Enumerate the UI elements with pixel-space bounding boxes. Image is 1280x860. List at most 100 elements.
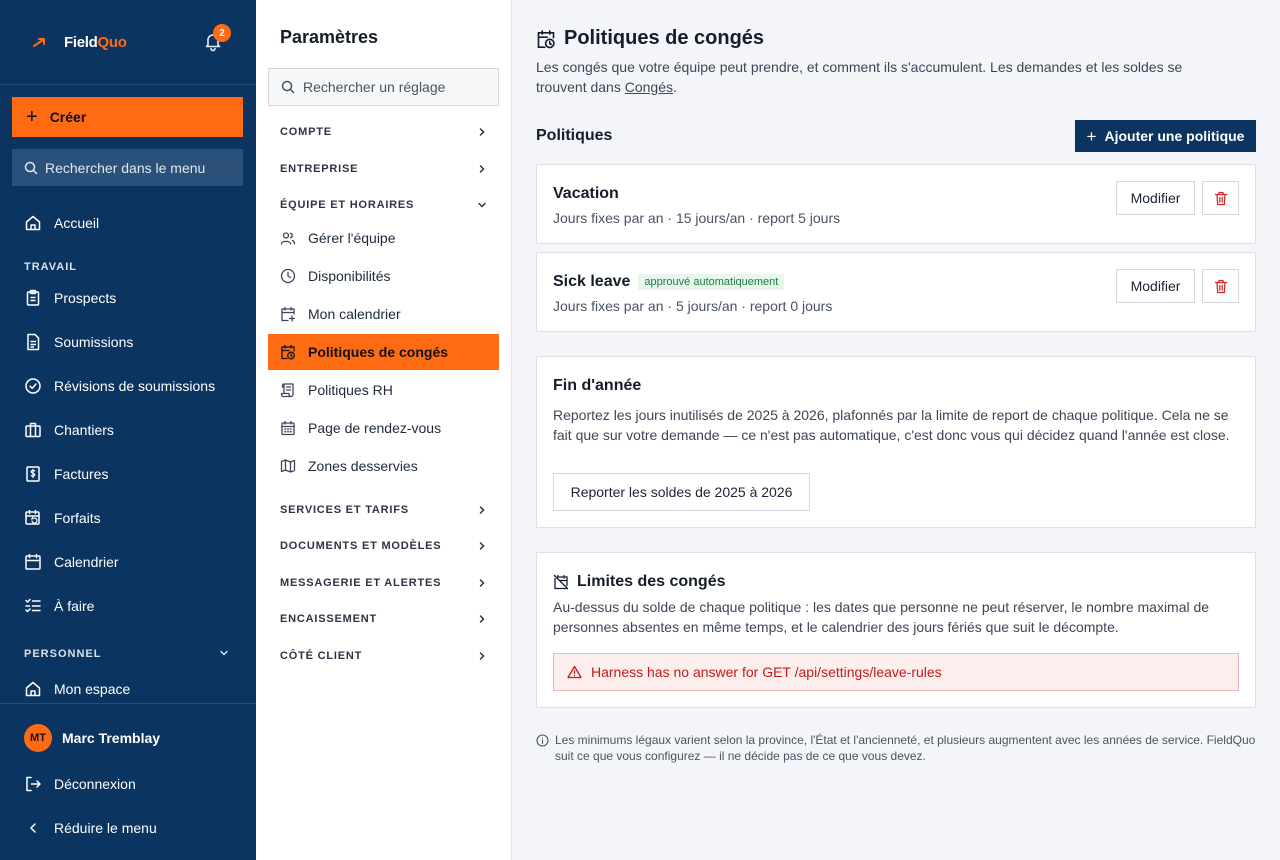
group-label: SERVICES ET TARIFS — [280, 504, 409, 516]
clock-icon — [280, 268, 296, 284]
user-profile[interactable]: MT Marc Tremblay — [24, 724, 160, 752]
settings-group-account[interactable]: COMPTE — [280, 124, 488, 140]
nav-label: Accueil — [54, 215, 100, 231]
settings-item-hr-policies[interactable]: Politiques RH — [268, 372, 499, 408]
delete-policy-button[interactable] — [1202, 181, 1239, 215]
policy-name: Sick leave approuvé automatiquement — [553, 273, 785, 291]
settings-item-leave-policies[interactable]: Politiques de congés — [268, 334, 499, 370]
policy-name-text: Sick leave — [553, 273, 631, 290]
settings-group-documents[interactable]: DOCUMENTS ET MODÈLES — [280, 538, 488, 554]
settings-group-payments[interactable]: ENCAISSEMENT — [280, 611, 488, 627]
settings-title: Paramètres — [280, 27, 379, 47]
settings-group-services[interactable]: SERVICES ET TARIFS — [280, 502, 488, 518]
group-label: CÔTÉ CLIENT — [280, 650, 363, 662]
edit-policy-button[interactable]: Modifier — [1116, 269, 1195, 303]
menu-search-input[interactable]: Rechercher dans le menu — [12, 149, 243, 186]
checklist-icon — [24, 597, 42, 615]
calendar-off-icon — [553, 574, 569, 590]
error-message: Harness has no answer for GET /api/setti… — [591, 664, 942, 680]
settings-item-my-calendar[interactable]: Mon calendrier — [268, 296, 499, 332]
add-policy-button[interactable]: + Ajouter une politique — [1075, 120, 1256, 152]
nav-item-quote-reviews[interactable]: Révisions de soumissions — [0, 368, 256, 404]
item-label: Politiques RH — [308, 382, 393, 398]
group-label: MESSAGERIE ET ALERTES — [280, 577, 442, 589]
settings-group-client-side[interactable]: CÔTÉ CLIENT — [280, 648, 488, 664]
year-end-card: Fin d'année Reportez les jours inutilisé… — [536, 356, 1256, 528]
chevron-right-icon — [479, 579, 485, 587]
scroll-icon — [280, 382, 296, 398]
nav-label: Prospects — [54, 290, 117, 306]
page-description: Les congés que votre équipe peut prendre… — [536, 57, 1236, 97]
delete-policy-button[interactable] — [1202, 269, 1239, 303]
calendar-clock-icon — [280, 344, 296, 360]
home-icon — [24, 680, 42, 698]
nav-section-personal[interactable]: PERSONNEL — [24, 648, 101, 660]
logout-button[interactable]: Déconnexion — [0, 766, 256, 802]
brand-logo[interactable]: FieldQuo — [30, 32, 127, 52]
nav-section-work: TRAVAIL — [24, 261, 78, 273]
search-icon — [281, 80, 295, 94]
notification-badge: 2 — [213, 24, 231, 42]
policy-details: Jours fixes par an · 5 jours/an · report… — [553, 298, 833, 314]
nav-item-my-space[interactable]: Mon espace — [0, 671, 256, 707]
users-icon — [280, 230, 296, 246]
settings-item-booking-page[interactable]: Page de rendez-vous — [268, 410, 499, 446]
nav-item-invoices[interactable]: Factures — [0, 456, 256, 492]
settings-item-manage-team[interactable]: Gérer l'équipe — [268, 220, 499, 256]
group-label: ENTREPRISE — [280, 163, 359, 175]
legal-footnote: Les minimums légaux varient selon la pro… — [536, 732, 1256, 764]
page-title-text: Politiques de congés — [564, 27, 765, 49]
calendar-grid-icon — [280, 420, 296, 436]
calendar-icon — [24, 553, 42, 571]
nav-label: À faire — [54, 598, 95, 614]
item-label: Politiques de congés — [308, 344, 449, 360]
nav-label: Calendrier — [54, 554, 119, 570]
chevron-left-icon — [24, 819, 42, 837]
item-label: Zones desservies — [308, 458, 418, 474]
collapse-menu-button[interactable]: Réduire le menu — [0, 810, 256, 846]
leave-limits-title-text: Limites des congés — [577, 573, 726, 590]
nav-item-calendar[interactable]: Calendrier — [0, 544, 256, 580]
calendar-plus-icon — [280, 306, 296, 322]
settings-group-messaging[interactable]: MESSAGERIE ET ALERTES — [280, 575, 488, 591]
settings-item-availability[interactable]: Disponibilités — [268, 258, 499, 294]
nav-item-todo[interactable]: À faire — [0, 588, 256, 624]
settings-group-team[interactable]: ÉQUIPE ET HORAIRES — [280, 197, 488, 213]
edit-policy-button[interactable]: Modifier — [1116, 181, 1195, 215]
search-icon — [24, 161, 38, 174]
item-label: Gérer l'équipe — [308, 230, 396, 246]
settings-search-input[interactable]: Rechercher un réglage — [268, 68, 499, 106]
chevron-right-icon — [479, 128, 485, 136]
divider — [0, 84, 256, 85]
nav-label: Déconnexion — [54, 776, 136, 792]
item-label: Mon calendrier — [308, 306, 401, 322]
footnote-text: Les minimums légaux varient selon la pro… — [555, 733, 1256, 763]
policies-heading: Politiques — [536, 127, 613, 144]
logo-icon — [33, 38, 45, 47]
calendar-repeat-icon — [24, 509, 42, 527]
leave-link[interactable]: Congés — [625, 79, 673, 95]
policy-name-text: Vacation — [553, 185, 619, 202]
settings-group-company[interactable]: ENTREPRISE — [280, 161, 488, 177]
nav-item-packages[interactable]: Forfaits — [0, 500, 256, 536]
year-end-text: Reportez les jours inutilisés de 2025 à … — [553, 407, 1230, 443]
nav-item-prospects[interactable]: Prospects — [0, 280, 256, 316]
settings-item-service-areas[interactable]: Zones desservies — [268, 448, 499, 484]
policy-name: Vacation — [553, 185, 619, 203]
policy-card: Sick leave approuvé automatiquement Jours… — [536, 252, 1256, 332]
check-circle-icon — [24, 377, 42, 395]
nav-item-quotes[interactable]: Soumissions — [0, 324, 256, 360]
nav-label: Mon espace — [54, 681, 131, 697]
nav-item-home[interactable]: Accueil — [0, 205, 256, 241]
chevron-down-icon[interactable] — [218, 647, 230, 659]
description-end: . — [673, 79, 677, 95]
create-button[interactable]: + Créer — [12, 97, 243, 137]
carry-over-button[interactable]: Reporter les soldes de 2025 à 2026 — [553, 473, 810, 511]
home-icon — [24, 214, 42, 232]
year-end-title: Fin d'année — [553, 377, 642, 394]
nav-item-jobsites[interactable]: Chantiers — [0, 412, 256, 448]
nav-label: Forfaits — [54, 510, 101, 526]
chevron-down-icon — [478, 202, 486, 208]
menu-search-placeholder: Rechercher dans le menu — [45, 159, 206, 176]
create-label: Créer — [49, 109, 87, 125]
